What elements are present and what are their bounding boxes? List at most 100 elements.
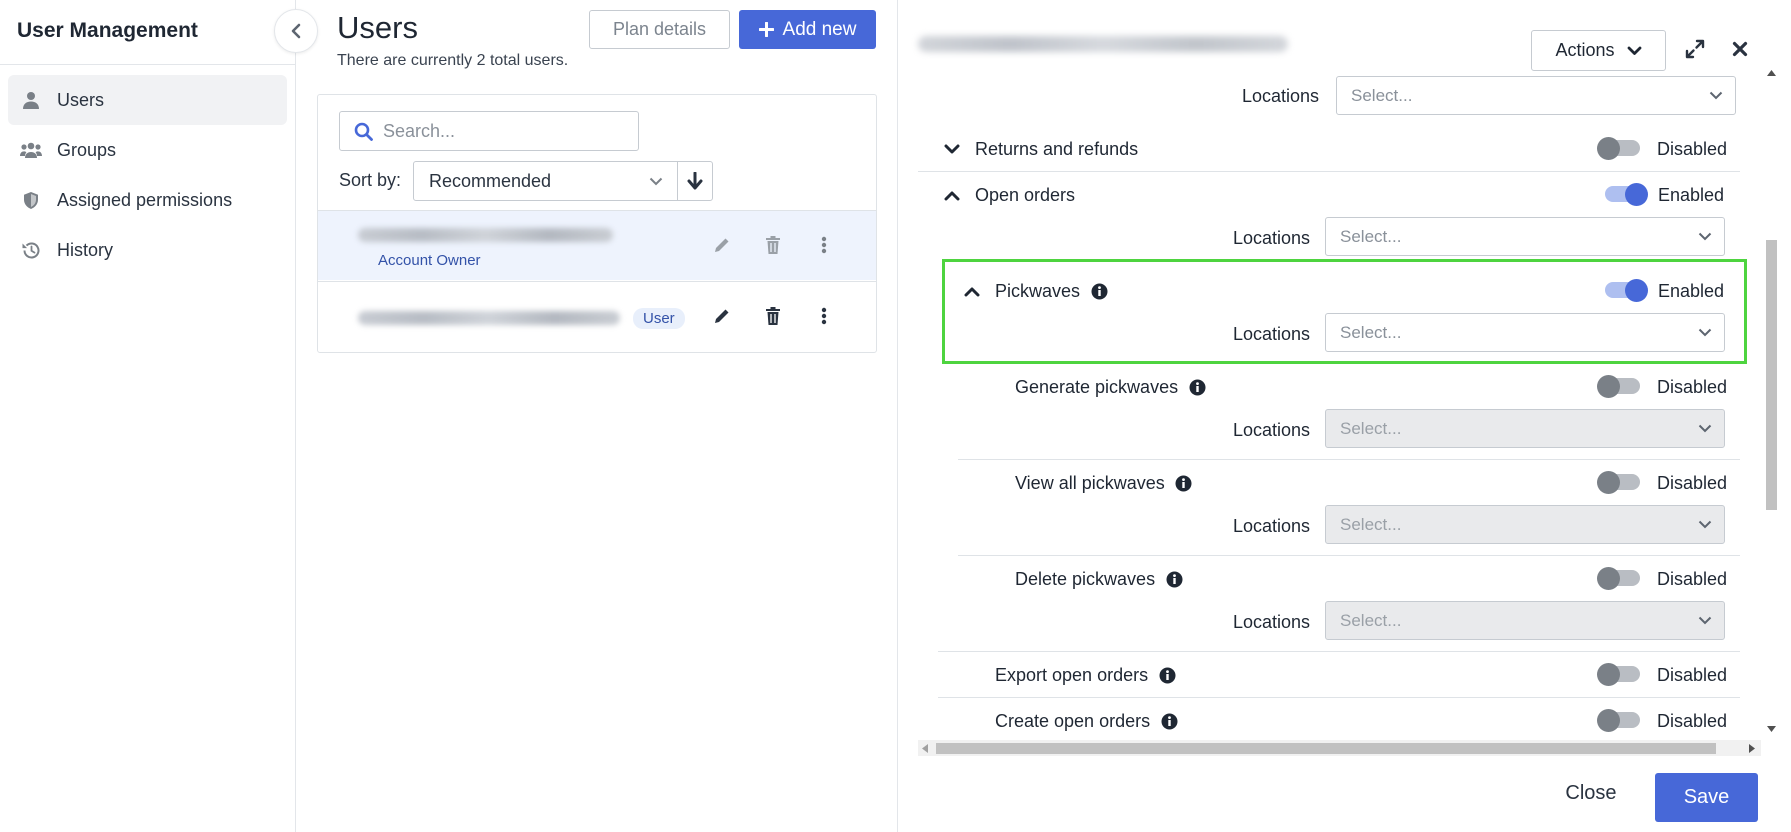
sidebar-item-label: Groups (57, 139, 117, 160)
save-button[interactable]: Save (1655, 773, 1758, 822)
select-placeholder: Select... (1340, 322, 1402, 342)
sidebar-title: User Management (17, 19, 198, 42)
permission-export-open-orders: Export open orders (995, 665, 1176, 686)
permission-label: Returns and refunds (975, 139, 1139, 159)
info-icon[interactable] (1165, 571, 1183, 589)
chevron-left-icon (291, 23, 301, 39)
chevron-down-icon (1698, 520, 1712, 529)
select-placeholder: Select... (1340, 514, 1402, 534)
open-orders-toggle[interactable] (1602, 182, 1648, 206)
user-role: Account Owner (378, 252, 481, 269)
info-icon[interactable] (1090, 283, 1108, 301)
returns-state: Disabled (1657, 139, 1728, 159)
locations-select[interactable]: Select... (1325, 313, 1725, 352)
generate-pickwaves-state: Disabled (1657, 377, 1728, 397)
close-button[interactable]: Close (1553, 770, 1629, 816)
user-email-blurred (358, 311, 620, 325)
select-placeholder: Select... (1340, 610, 1402, 630)
delete-pickwaves-state: Disabled (1657, 569, 1728, 589)
divider (938, 697, 1740, 698)
permission-returns-and-refunds: Returns and refunds (942, 139, 1138, 160)
user-icon (20, 90, 42, 110)
sort-select[interactable]: Recommended (413, 161, 678, 201)
locations-label: Locations (1233, 516, 1311, 536)
user-role-badge: User (633, 308, 685, 329)
sidebar-item-users[interactable]: Users (8, 75, 287, 125)
page-title: Users (337, 10, 418, 45)
permission-pickwaves: Pickwaves (962, 281, 1108, 302)
actions-dropdown-button[interactable]: Actions (1531, 30, 1666, 71)
search-field[interactable] (339, 111, 639, 151)
generate-pickwaves-toggle[interactable] (1597, 374, 1643, 398)
more-options-icon[interactable] (812, 304, 836, 328)
locations-select: Select... (1325, 409, 1725, 448)
select-placeholder: Select... (1340, 418, 1402, 438)
expand-icon[interactable] (1684, 38, 1706, 60)
sidebar-nav: Users Groups Assigned permissions Histor… (8, 75, 287, 275)
arrow-down-icon (687, 172, 703, 190)
vertical-scrollbar[interactable] (1763, 66, 1779, 736)
info-icon[interactable] (1188, 379, 1206, 397)
trash-icon[interactable] (761, 304, 785, 328)
horizontal-scroll-thumb[interactable] (936, 743, 1716, 754)
locations-select[interactable]: Select... (1336, 76, 1736, 115)
permission-open-orders: Open orders (942, 185, 1075, 206)
export-open-orders-toggle[interactable] (1597, 662, 1643, 686)
create-open-orders-toggle[interactable] (1597, 708, 1643, 732)
info-icon[interactable] (1158, 667, 1176, 685)
plan-details-button[interactable]: Plan details (589, 10, 730, 49)
view-all-pickwaves-toggle[interactable] (1597, 470, 1643, 494)
sort-direction-button[interactable] (677, 161, 713, 201)
permission-delete-pickwaves: Delete pickwaves (1015, 569, 1183, 590)
chevron-up-icon[interactable] (962, 282, 982, 302)
scroll-down-arrow-icon[interactable] (1767, 726, 1776, 732)
chevron-down-icon (1709, 91, 1723, 100)
permission-generate-pickwaves: Generate pickwaves (1015, 377, 1206, 398)
locations-select[interactable]: Select... (1325, 217, 1725, 256)
permission-label: Generate pickwaves (1015, 377, 1179, 397)
horizontal-scrollbar[interactable] (918, 740, 1761, 756)
info-icon[interactable] (1175, 475, 1193, 493)
chevron-down-icon (1698, 328, 1712, 337)
search-input[interactable] (383, 120, 623, 142)
locations-select: Select... (1325, 601, 1725, 640)
returns-toggle[interactable] (1597, 136, 1643, 160)
pickwaves-toggle[interactable] (1602, 278, 1648, 302)
delete-pickwaves-toggle[interactable] (1597, 566, 1643, 590)
sort-label: Sort by: (339, 170, 402, 190)
table-row[interactable]: User (318, 281, 876, 351)
scroll-right-arrow-icon[interactable] (1749, 744, 1755, 753)
chevron-up-icon[interactable] (942, 186, 962, 206)
pickwaves-state: Enabled (1658, 281, 1725, 301)
users-count-text: There are currently 2 total users. (337, 52, 569, 69)
permission-view-all-pickwaves: View all pickwaves (1015, 473, 1193, 494)
view-all-pickwaves-state: Disabled (1657, 473, 1728, 493)
vertical-scroll-thumb[interactable] (1766, 240, 1777, 510)
select-placeholder: Select... (1340, 226, 1402, 246)
chevron-down-icon (1627, 46, 1641, 55)
sort-value: Recommended (429, 170, 552, 191)
scroll-up-arrow-icon[interactable] (1767, 70, 1776, 76)
permission-label: Delete pickwaves (1015, 569, 1156, 589)
permission-label: View all pickwaves (1015, 473, 1165, 493)
permission-label: Create open orders (995, 711, 1151, 731)
add-new-button[interactable]: Add new (739, 10, 876, 49)
table-row[interactable]: Account Owner (318, 210, 876, 280)
sidebar-item-groups[interactable]: Groups (8, 125, 287, 175)
sidebar-item-assigned-permissions[interactable]: Assigned permissions (8, 175, 287, 225)
chevron-down-icon[interactable] (942, 140, 962, 160)
detail-email-blurred (918, 36, 1288, 52)
history-icon (20, 240, 42, 260)
export-open-orders-state: Disabled (1657, 665, 1728, 685)
collapse-sidebar-button[interactable] (274, 9, 318, 53)
select-placeholder: Select... (1351, 85, 1413, 105)
sidebar-item-history[interactable]: History (8, 225, 287, 275)
info-icon[interactable] (1160, 713, 1178, 731)
scroll-left-arrow-icon[interactable] (922, 744, 928, 753)
locations-label: Locations (1233, 420, 1311, 440)
edit-icon[interactable] (710, 304, 734, 328)
more-options-icon[interactable] (812, 233, 836, 257)
edit-icon[interactable] (710, 233, 734, 257)
close-icon[interactable] (1729, 38, 1751, 60)
trash-icon[interactable] (761, 233, 785, 257)
